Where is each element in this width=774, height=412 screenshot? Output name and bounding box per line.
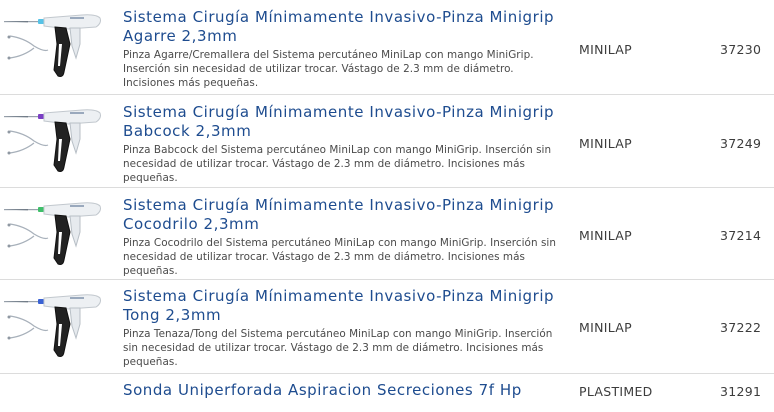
product-row: Sistema Cirugía Mínimamente Invasivo-Pin… [0, 280, 774, 374]
product-brand: MINILAP [579, 228, 632, 243]
product-brand: MINILAP [579, 320, 632, 335]
product-row: Sistema Cirugía Mínimamente Invasivo-Pin… [0, 0, 774, 95]
product-row: Sistema Cirugía Mínimamente Invasivo-Pin… [0, 95, 774, 188]
product-info: Sistema Cirugía Mínimamente Invasivo-Pin… [123, 196, 563, 278]
product-brand: MINILAP [579, 136, 632, 151]
product-title-link[interactable]: Sonda Uniperforada Aspiracion Secrecione… [123, 381, 563, 400]
product-code: 37249 [720, 136, 762, 151]
product-info: Sistema Cirugía Mínimamente Invasivo-Pin… [123, 103, 563, 185]
product-description: Pinza Tenaza/Tong del Sistema percutáneo… [123, 328, 553, 368]
surgical-grasper-icon[interactable] [0, 188, 110, 284]
product-info: Sistema Cirugía Mínimamente Invasivo-Pin… [123, 287, 563, 369]
product-code: 37214 [720, 228, 762, 243]
product-info: Sonda Uniperforada Aspiracion Secrecione… [123, 381, 563, 400]
product-description: Pinza Babcock del Sistema percutáneo Min… [123, 144, 552, 184]
product-title-link[interactable]: Sistema Cirugía Mínimamente Invasivo-Pin… [123, 103, 563, 141]
surgical-grasper-icon[interactable] [0, 0, 110, 96]
surgical-grasper-icon[interactable] [0, 280, 110, 376]
product-description: Pinza Cocodrilo del Sistema percutáneo M… [123, 237, 556, 277]
product-code: 31291 [720, 384, 762, 399]
product-title-link[interactable]: Sistema Cirugía Mínimamente Invasivo-Pin… [123, 196, 563, 234]
product-brand: MINILAP [579, 42, 632, 57]
product-title-link[interactable]: Sistema Cirugía Mínimamente Invasivo-Pin… [123, 287, 563, 325]
product-row: Sistema Cirugía Mínimamente Invasivo-Pin… [0, 188, 774, 280]
product-list: Sistema Cirugía Mínimamente Invasivo-Pin… [0, 0, 774, 409]
product-description: Pinza Agarre/Cremallera del Sistema perc… [123, 49, 534, 89]
product-row: Sonda Uniperforada Aspiracion Secrecione… [0, 374, 774, 409]
product-code: 37230 [720, 42, 762, 57]
product-title-link[interactable]: Sistema Cirugía Mínimamente Invasivo-Pin… [123, 8, 563, 46]
product-brand: PLASTIMED [579, 384, 653, 399]
surgical-grasper-icon[interactable] [0, 95, 110, 191]
product-info: Sistema Cirugía Mínimamente Invasivo-Pin… [123, 8, 563, 90]
product-code: 37222 [720, 320, 762, 335]
